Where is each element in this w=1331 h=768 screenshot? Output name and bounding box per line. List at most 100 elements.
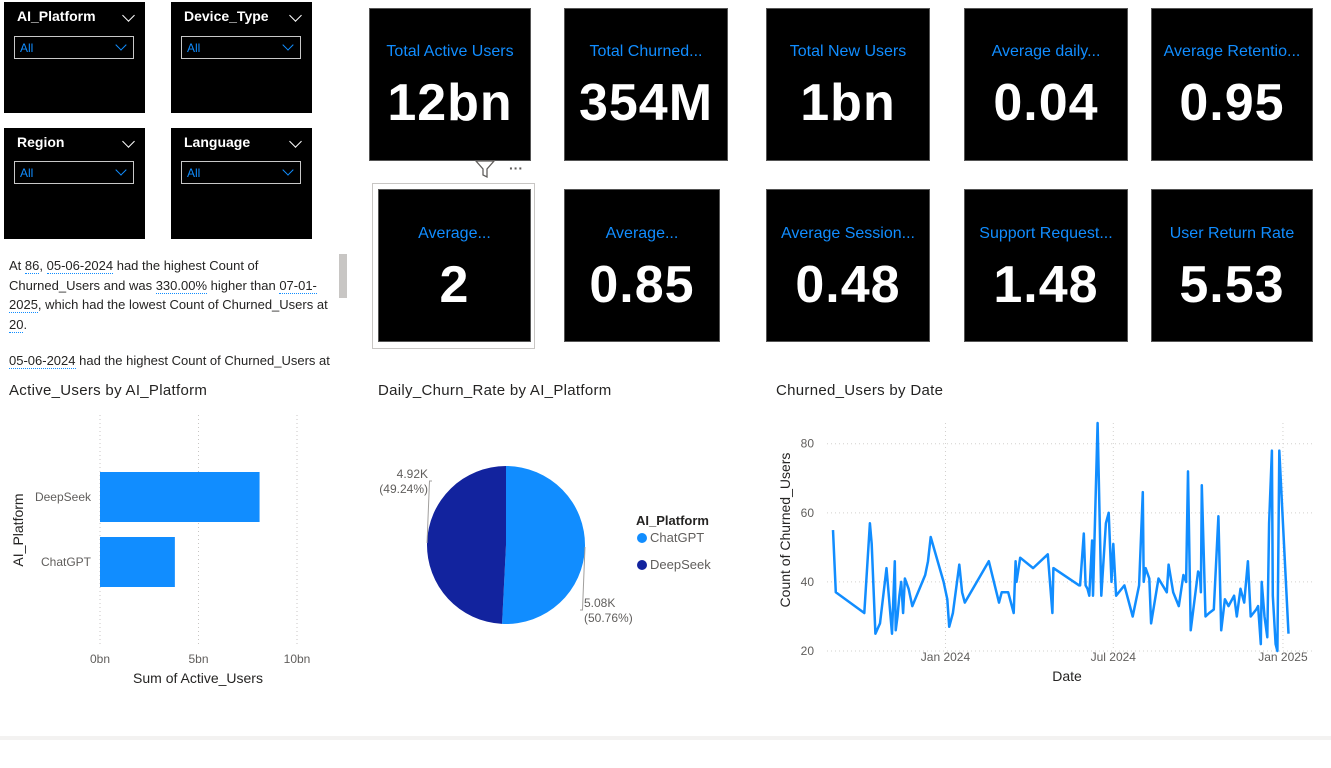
kpi-value: 1.48 — [993, 256, 1099, 314]
more-options-icon[interactable]: ··· — [509, 160, 531, 176]
slicer-ai-platform: AI_Platform All — [4, 2, 145, 113]
kpi-card-average-session[interactable]: Average Session... 0.48 — [766, 189, 930, 342]
bar-chart-title: Active_Users by AI_Platform — [9, 382, 208, 399]
x-tick-label: 10bn — [284, 652, 311, 666]
chevron-down-icon — [115, 39, 127, 51]
x-axis-title: Date — [1052, 668, 1082, 684]
bar[interactable] — [100, 472, 260, 522]
kpi-label: Total Churned... — [589, 43, 703, 60]
narrative-scrollbar[interactable] — [339, 254, 347, 298]
kpi-label: Support Request... — [979, 225, 1113, 242]
kpi-value: 354M — [578, 74, 714, 132]
narrative-text: higher than — [207, 277, 280, 293]
dropdown-value: All — [187, 41, 201, 55]
narrative-text: , — [39, 258, 47, 273]
kpi-value: 12bn — [387, 74, 513, 132]
kpi-value: 0.95 — [1179, 74, 1285, 132]
data-label-value: 4.92K — [397, 467, 428, 481]
region-dropdown[interactable]: All — [14, 161, 134, 184]
kpi-card-average-daily[interactable]: Average daily... 0.04 — [964, 8, 1128, 161]
kpi-value: 2 — [439, 256, 470, 314]
kpi-label: Average daily... — [991, 43, 1101, 60]
kpi-label: User Return Rate — [1169, 225, 1295, 242]
kpi-value: 0.04 — [993, 74, 1099, 132]
y-tick-label: DeepSeek — [35, 490, 92, 504]
kpi-card-user-return-rate[interactable]: User Return Rate 5.53 — [1151, 189, 1313, 342]
narrative-text: . — [23, 316, 28, 332]
pie-chart: 5.08K(50.76%) 4.92K(49.24%) AI_Platform Cha… — [379, 466, 711, 625]
slicer-region: Region All — [4, 128, 145, 239]
kpi-label: Total New Users — [789, 43, 907, 60]
chevron-down-icon[interactable] — [122, 9, 135, 22]
kpi-label: Average... — [418, 225, 491, 242]
kpi-label: Average Session... — [780, 225, 915, 242]
y-tick-label: 60 — [801, 506, 815, 520]
y-tick-label: 20 — [801, 644, 815, 658]
series-line[interactable] — [831, 421, 1290, 653]
chevron-down-icon[interactable] — [289, 135, 302, 148]
ai-platform-dropdown[interactable]: All — [14, 36, 134, 59]
device-type-dropdown[interactable]: All — [181, 36, 301, 59]
x-tick-label: Jan 2024 — [921, 650, 971, 664]
pie-chart-title: Daily_Churn_Rate by AI_Platform — [378, 382, 612, 399]
x-tick-label: Jul 2024 — [1091, 650, 1137, 664]
dropdown-value: All — [20, 41, 34, 55]
line-chart: 20 40 60 80 Jan 2024 Jul 2024 Jan 2025 Date Coun… — [777, 421, 1312, 684]
slicer-title: AI_Platform — [17, 8, 96, 24]
dropdown-value: All — [187, 166, 201, 180]
kpi-card-average-2[interactable]: Average... 0.85 — [564, 189, 720, 342]
kpi-label: Total Active Users — [386, 43, 514, 60]
narrative-value[interactable]: 05-06-2024 — [46, 258, 114, 274]
y-axis-title: AI_Platform — [10, 493, 26, 566]
narrative-paragraph: At 86, 05-06-2024 had the highest Count … — [9, 256, 339, 334]
kpi-value: 0.85 — [589, 256, 695, 314]
kpi-value: 0.48 — [795, 256, 901, 314]
slicer-device-type: Device_Type All — [171, 2, 312, 113]
narrative-value[interactable]: 05-06-2024 — [9, 353, 76, 369]
narrative-value[interactable]: 330.00% — [155, 277, 208, 294]
slicer-title: Device_Type — [184, 8, 269, 24]
kpi-label: Average Retentio... — [1163, 43, 1301, 60]
narrative-value[interactable]: 20 — [9, 316, 24, 333]
legend-title: AI_Platform — [636, 513, 709, 528]
kpi-card-total-churned[interactable]: Total Churned... 354M — [564, 8, 728, 161]
data-label-value: 5.08K — [584, 596, 615, 610]
legend-marker[interactable] — [637, 560, 647, 570]
kpi-card-average-retention[interactable]: Average Retentio... 0.95 — [1151, 8, 1313, 161]
chevron-down-icon[interactable] — [122, 135, 135, 148]
chevron-down-icon[interactable] — [289, 9, 302, 22]
narrative-text: had the highest Count of Churned_Users — [75, 353, 316, 368]
kpi-card-total-active-users[interactable]: Total Active Users 12bn — [369, 8, 531, 161]
pie-slice-chatgpt[interactable] — [502, 466, 585, 624]
x-tick-label: 0bn — [90, 652, 110, 666]
smart-narrative: At 86, 05-06-2024 had the highest Count … — [9, 256, 339, 372]
x-axis-title: Sum of Active_Users — [133, 670, 263, 686]
kpi-label: Average... — [605, 225, 679, 242]
legend-item[interactable]: ChatGPT — [650, 530, 704, 545]
kpi-card-support-request[interactable]: Support Request... 1.48 — [964, 189, 1128, 342]
bar-chart: 0bn 5bn 10bn DeepSeek ChatGPT Sum of Active_U… — [10, 415, 311, 686]
kpi-card-average-1[interactable]: Average... 2 — [378, 189, 531, 342]
chevron-down-icon — [115, 164, 127, 176]
canvas-bottom-edge — [0, 736, 1331, 740]
data-label-percent: (49.24%) — [379, 482, 428, 496]
pie-slice-deepseek[interactable] — [426, 466, 506, 624]
y-axis-title: Count of Churned_Users — [777, 453, 793, 608]
slicer-title: Region — [17, 134, 65, 150]
language-dropdown[interactable]: All — [181, 161, 301, 184]
bar[interactable] — [100, 537, 175, 587]
x-tick-label: 5bn — [188, 652, 208, 666]
y-tick-label: 40 — [801, 575, 815, 589]
narrative-text: At — [9, 258, 25, 273]
kpi-card-total-new-users[interactable]: Total New Users 1bn — [766, 8, 930, 161]
narrative-value[interactable]: 86 — [24, 258, 40, 274]
filter-icon[interactable] — [474, 157, 496, 181]
line-chart-title: Churned_Users by Date — [776, 382, 944, 399]
narrative-text: , which had the lowest Count of Churned_… — [37, 297, 328, 312]
chevron-down-icon — [282, 39, 294, 51]
data-label-percent: (50.76%) — [584, 611, 633, 625]
slicer-language: Language All — [171, 128, 312, 239]
legend-marker[interactable] — [637, 533, 647, 543]
slicer-title: Language — [184, 134, 251, 150]
legend-item[interactable]: DeepSeek — [650, 557, 711, 572]
